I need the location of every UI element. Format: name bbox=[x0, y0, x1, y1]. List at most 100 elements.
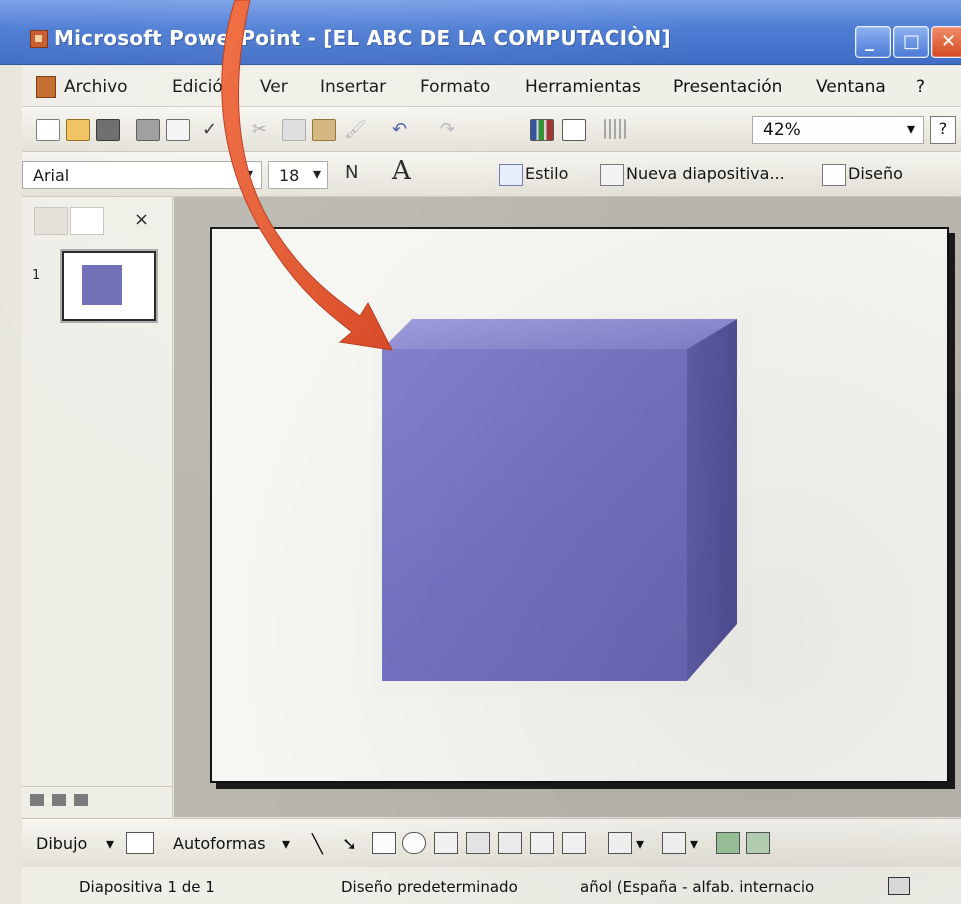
slide-number: 1 bbox=[32, 268, 41, 283]
maximize-icon: □ bbox=[903, 31, 921, 52]
increase-font-size-button[interactable]: A bbox=[392, 156, 411, 186]
slide-thumbnails: 1 bbox=[32, 243, 162, 333]
slide-svg bbox=[212, 229, 947, 781]
menu-insertar[interactable]: Insertar bbox=[320, 77, 386, 97]
zoom-value: 42% bbox=[763, 120, 801, 140]
textbox-tool-icon[interactable] bbox=[434, 832, 458, 854]
line-tool-icon[interactable]: ╲ bbox=[312, 834, 323, 855]
font-size-select[interactable]: 18 ▾ bbox=[268, 161, 328, 189]
font-value: Arial bbox=[33, 166, 70, 185]
style-icon bbox=[499, 164, 523, 186]
document-icon bbox=[36, 76, 56, 98]
minimize-button[interactable]: _ bbox=[855, 26, 891, 58]
minimize-icon: _ bbox=[865, 31, 874, 52]
chevron-down-icon: ▾ bbox=[906, 119, 915, 138]
pane-tabs: × bbox=[34, 207, 169, 237]
design-button[interactable]: Diseño bbox=[848, 164, 903, 183]
spelling-status-icon bbox=[888, 877, 910, 895]
print-icon[interactable] bbox=[136, 119, 160, 141]
menu-presentacion[interactable]: Presentación bbox=[673, 77, 782, 97]
format-toolbar: Arial ▾ 18 ▾ N A Estilo Nueva diapositiv… bbox=[22, 152, 961, 197]
grid-icon[interactable] bbox=[604, 119, 626, 139]
fill-color-dropdown-icon[interactable]: ▾ bbox=[636, 834, 644, 853]
slide-workspace bbox=[174, 197, 961, 817]
standard-toolbar: ✓ ✂ 🖌 ↶ ↷ 42% ▾ ? bbox=[22, 107, 961, 152]
new-icon[interactable] bbox=[36, 119, 60, 141]
close-button[interactable]: ✕ bbox=[931, 26, 961, 58]
table-icon[interactable] bbox=[562, 119, 586, 141]
menu-archivo[interactable]: Archivo bbox=[64, 77, 128, 97]
copy-icon[interactable] bbox=[282, 119, 306, 141]
clipart-tool-icon[interactable] bbox=[530, 832, 554, 854]
menu-formato[interactable]: Formato bbox=[420, 77, 490, 97]
preview-icon[interactable] bbox=[166, 119, 190, 141]
tab-outline[interactable] bbox=[34, 207, 68, 235]
font-select[interactable]: Arial ▾ bbox=[22, 161, 262, 189]
maximize-button[interactable]: □ bbox=[893, 26, 929, 58]
cube-shape bbox=[372, 314, 752, 694]
zoom-select[interactable]: 42% ▾ bbox=[752, 116, 924, 144]
new-slide-button[interactable]: Nueva diapositiva... bbox=[626, 164, 785, 183]
line-color-icon[interactable] bbox=[662, 832, 686, 854]
style-button[interactable]: Estilo bbox=[525, 164, 568, 183]
normal-view-icon[interactable] bbox=[30, 794, 44, 806]
close-icon: ✕ bbox=[941, 31, 957, 52]
drawing-toolbar: Dibujo ▾ Autoformas ▾ ╲ ➘ ▾ ▾ bbox=[22, 818, 961, 868]
chevron-down-icon: ▾ bbox=[244, 164, 253, 183]
picture-tool-icon[interactable] bbox=[562, 832, 586, 854]
help-icon[interactable]: ? bbox=[930, 116, 956, 144]
diagram-tool-icon[interactable] bbox=[498, 832, 522, 854]
line-color-dropdown-icon[interactable]: ▾ bbox=[690, 834, 698, 853]
status-bar: Diapositiva 1 de 1 Diseño predeterminado… bbox=[22, 867, 961, 904]
redo-icon[interactable]: ↷ bbox=[440, 119, 462, 140]
new-slide-icon bbox=[600, 164, 624, 186]
slide-canvas[interactable] bbox=[210, 227, 949, 783]
format-painter-icon[interactable]: 🖌 bbox=[344, 119, 367, 140]
arrow-tool-icon[interactable]: ➘ bbox=[342, 834, 357, 855]
spell-icon[interactable]: ✓ bbox=[202, 119, 224, 140]
shadow-icon[interactable] bbox=[716, 832, 740, 854]
chevron-down-icon: ▾ bbox=[312, 164, 321, 183]
chart-icon[interactable] bbox=[530, 119, 554, 141]
open-icon[interactable] bbox=[66, 119, 90, 141]
bold-button[interactable]: N bbox=[345, 162, 358, 183]
pane-close-button[interactable]: × bbox=[134, 209, 149, 230]
menu-edicion[interactable]: Edición bbox=[172, 77, 234, 97]
oval-tool-icon[interactable] bbox=[402, 832, 426, 854]
dibujo-dropdown-icon[interactable]: ▾ bbox=[106, 834, 114, 853]
dibujo-menu[interactable]: Dibujo bbox=[36, 834, 87, 853]
autoformas-menu[interactable]: Autoformas bbox=[173, 834, 266, 853]
menu-help[interactable]: ? bbox=[916, 77, 925, 97]
powerpoint-window: Microsoft PowerPoint - [EL ABC DE LA COM… bbox=[0, 0, 961, 904]
paste-icon[interactable] bbox=[312, 119, 336, 141]
status-language: añol (España - alfab. internacio bbox=[580, 878, 815, 896]
window-title: Microsoft PowerPoint - [EL ABC DE LA COM… bbox=[54, 26, 671, 50]
design-icon bbox=[822, 164, 846, 186]
save-icon[interactable] bbox=[96, 119, 120, 141]
fill-color-icon[interactable] bbox=[608, 832, 632, 854]
menu-ventana[interactable]: Ventana bbox=[816, 77, 886, 97]
3d-icon[interactable] bbox=[746, 832, 770, 854]
font-size-value: 18 bbox=[279, 166, 300, 185]
wordart-tool-icon[interactable] bbox=[466, 832, 490, 854]
powerpoint-icon bbox=[30, 30, 48, 48]
thumbnail-cube bbox=[82, 265, 122, 305]
status-design: Diseño predeterminado bbox=[341, 878, 518, 896]
select-icon[interactable] bbox=[126, 832, 154, 854]
slide-thumbnail[interactable] bbox=[62, 251, 156, 321]
rectangle-tool-icon[interactable] bbox=[372, 832, 396, 854]
undo-icon[interactable]: ↶ bbox=[392, 119, 414, 140]
view-bar bbox=[22, 786, 172, 817]
autoformas-dropdown-icon[interactable]: ▾ bbox=[282, 834, 290, 853]
status-slide: Diapositiva 1 de 1 bbox=[79, 878, 215, 896]
menu-bar: Archivo Edición Ver Insertar Formato Her… bbox=[22, 66, 961, 107]
tab-slides[interactable] bbox=[70, 207, 104, 235]
cube-texture bbox=[372, 314, 752, 694]
title-bar: Microsoft PowerPoint - [EL ABC DE LA COM… bbox=[0, 0, 961, 65]
sorter-view-icon[interactable] bbox=[52, 794, 66, 806]
menu-herramientas[interactable]: Herramientas bbox=[525, 77, 641, 97]
cut-icon[interactable]: ✂ bbox=[252, 119, 274, 140]
menu-ver[interactable]: Ver bbox=[260, 77, 288, 97]
slideshow-view-icon[interactable] bbox=[74, 794, 88, 806]
slides-pane: × 1 bbox=[22, 197, 173, 817]
